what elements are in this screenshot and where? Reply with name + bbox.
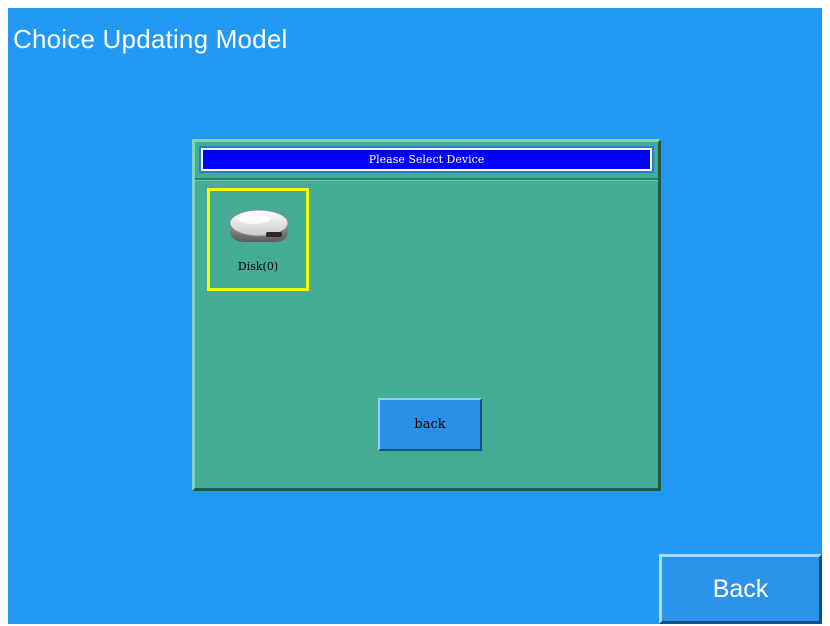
screen: Choice Updating Model Please Select Devi… xyxy=(8,8,822,624)
device-item-disk-0[interactable]: Disk(0) xyxy=(207,188,309,291)
back-button[interactable]: Back xyxy=(659,554,822,624)
page-title: Choice Updating Model xyxy=(13,24,288,54)
dialog-back-button[interactable]: back xyxy=(378,398,482,451)
dialog-divider xyxy=(195,178,658,181)
dialog-titlebar: Please Select Device xyxy=(199,146,654,173)
dialog-title: Please Select Device xyxy=(201,148,652,171)
device-label: Disk(0) xyxy=(237,260,279,273)
device-select-dialog: Please Select Device Disk(0) back xyxy=(192,139,661,491)
disk-drive-icon xyxy=(229,209,289,242)
